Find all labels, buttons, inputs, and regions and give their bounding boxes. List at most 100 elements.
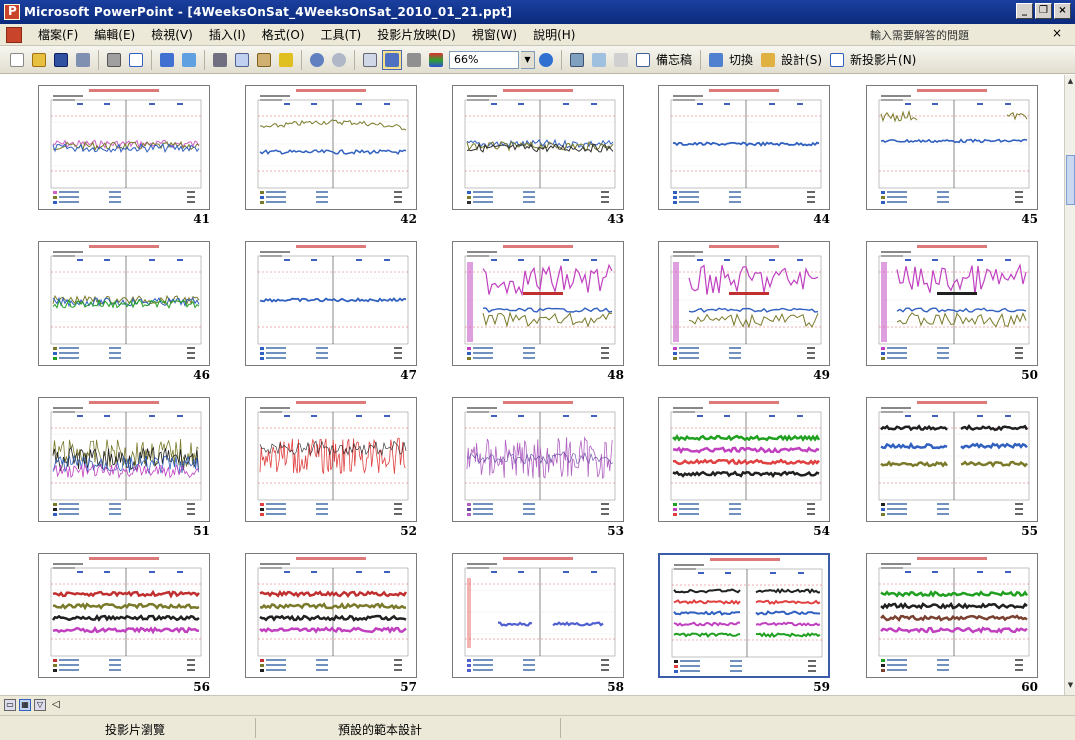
scroll-up-arrow-icon[interactable]: ▲ [1066, 77, 1075, 87]
slide-preview[interactable] [658, 553, 830, 678]
menu-window[interactable]: 視窗(W) [464, 26, 525, 43]
slide-preview[interactable] [866, 553, 1038, 678]
slide-thumbnail[interactable]: 60 [866, 553, 1038, 698]
scroll-down-arrow-icon[interactable]: ▼ [1066, 681, 1075, 691]
slide-thumbnail[interactable]: 45 [866, 85, 1038, 230]
slideshow-view-icon[interactable]: ▽ [34, 699, 46, 711]
slide-thumbnail[interactable]: 43 [452, 85, 624, 230]
slide-preview[interactable] [38, 553, 210, 678]
slide-thumbnail[interactable]: 49 [658, 241, 830, 386]
close-document-icon[interactable]: × [1052, 26, 1062, 40]
menu-slideshow[interactable]: 投影片放映(D) [369, 26, 464, 43]
spelling-icon[interactable] [157, 50, 177, 70]
copy-icon[interactable] [232, 50, 252, 70]
slide-preview[interactable] [658, 241, 830, 366]
close-window-button[interactable]: × [1054, 3, 1071, 19]
vertical-scrollbar[interactable]: ▲ ▼ [1064, 75, 1075, 695]
slide-thumbnail[interactable]: 51 [38, 397, 210, 542]
menu-insert[interactable]: 插入(I) [201, 26, 254, 43]
powerpoint-app-icon[interactable] [4, 4, 20, 20]
slide-preview[interactable] [452, 553, 624, 678]
permission-icon[interactable] [73, 50, 93, 70]
print-icon[interactable] [104, 50, 124, 70]
restore-button[interactable]: ❐ [1035, 3, 1052, 19]
slide-thumbnail[interactable]: 56 [38, 553, 210, 698]
slide-preview[interactable] [452, 241, 624, 366]
design-icon[interactable] [758, 50, 778, 70]
show-formatting-icon[interactable] [382, 49, 402, 70]
slide-preview[interactable] [245, 241, 417, 366]
notes-pane-icon[interactable] [633, 50, 653, 70]
slide-preview[interactable] [38, 241, 210, 366]
minimize-button[interactable]: _ [1016, 3, 1033, 19]
slide-thumbnail[interactable]: 54 [658, 397, 830, 542]
format-painter-icon[interactable] [276, 50, 296, 70]
slide-preview[interactable] [658, 85, 830, 210]
menu-edit[interactable]: 編輯(E) [86, 26, 143, 43]
redo-icon[interactable] [329, 50, 349, 70]
cut-icon[interactable] [210, 50, 230, 70]
slide-preview[interactable] [245, 85, 417, 210]
slide-sorter-view-icon[interactable]: ▦ [19, 699, 31, 711]
design-button[interactable]: 設計(S) [779, 51, 826, 68]
slide-preview[interactable] [245, 553, 417, 678]
slide-preview[interactable] [658, 397, 830, 522]
zoom-dropdown-arrow-icon[interactable]: ▼ [521, 50, 535, 69]
slide-preview[interactable] [245, 397, 417, 522]
undo-icon[interactable] [307, 50, 327, 70]
scrollbar-thumb[interactable] [1066, 155, 1075, 205]
new-slide-icon[interactable] [827, 50, 847, 70]
color-grayscale-icon[interactable] [426, 50, 446, 70]
zoom-combobox[interactable]: 66% [449, 50, 519, 69]
insert-picture-icon[interactable] [567, 50, 587, 70]
help-icon[interactable] [536, 50, 556, 70]
expand-all-icon[interactable] [360, 50, 380, 70]
slide-preview[interactable] [452, 85, 624, 210]
transition-icon[interactable] [706, 50, 726, 70]
slide-thumbnail[interactable]: 46 [38, 241, 210, 386]
slide-thumbnail[interactable]: 50 [866, 241, 1038, 386]
slide-thumbnail[interactable]: 44 [658, 85, 830, 230]
slide-thumbnail[interactable]: 53 [452, 397, 624, 542]
slide-preview[interactable] [866, 241, 1038, 366]
help-question-input[interactable]: 輸入需要解答的問題 [870, 27, 1040, 43]
slide-thumbnail[interactable]: 42 [245, 85, 417, 230]
new-icon[interactable] [7, 50, 27, 70]
slide-preview[interactable] [38, 85, 210, 210]
slide-thumbnail[interactable]: 59 [658, 553, 830, 698]
print-preview-icon[interactable] [126, 50, 146, 70]
new-slide-button[interactable]: 新投影片(N) [848, 51, 920, 68]
menu-file[interactable]: 檔案(F) [30, 26, 86, 43]
research-icon[interactable] [179, 50, 199, 70]
save-icon[interactable] [51, 50, 71, 70]
slide-chart-graphic [878, 245, 1030, 360]
menu-help[interactable]: 說明(H) [525, 26, 583, 43]
open-icon[interactable] [29, 50, 49, 70]
insert-diagram-icon[interactable] [589, 50, 609, 70]
hide-slide-icon[interactable] [611, 50, 631, 70]
menu-format[interactable]: 格式(O) [254, 26, 313, 43]
slide-preview[interactable] [38, 397, 210, 522]
slide-number: 54 [813, 524, 830, 538]
slide-thumbnail[interactable]: 47 [245, 241, 417, 386]
slide-preview[interactable] [866, 85, 1038, 210]
slide-chart-graphic [878, 557, 1030, 672]
paste-icon[interactable] [254, 50, 274, 70]
slide-preview[interactable] [452, 397, 624, 522]
slide-thumbnail[interactable]: 41 [38, 85, 210, 230]
slide-preview[interactable] [866, 397, 1038, 522]
grayscale-icon[interactable] [404, 50, 424, 70]
slide-thumbnail[interactable]: 58 [452, 553, 624, 698]
menu-tools[interactable]: 工具(T) [313, 26, 370, 43]
slide-thumbnail[interactable]: 52 [245, 397, 417, 542]
scroll-left-arrow-icon[interactable]: ◁ [52, 699, 60, 710]
normal-view-icon[interactable]: ▭ [4, 699, 16, 711]
notes-pane-button[interactable]: 備忘稿 [654, 51, 696, 68]
transition-button[interactable]: 切換 [727, 51, 757, 68]
document-icon[interactable] [6, 26, 22, 43]
slide-chart-graphic [50, 557, 202, 672]
slide-thumbnail[interactable]: 57 [245, 553, 417, 698]
menu-view[interactable]: 檢視(V) [143, 26, 201, 43]
slide-thumbnail[interactable]: 48 [452, 241, 624, 386]
slide-thumbnail[interactable]: 55 [866, 397, 1038, 542]
